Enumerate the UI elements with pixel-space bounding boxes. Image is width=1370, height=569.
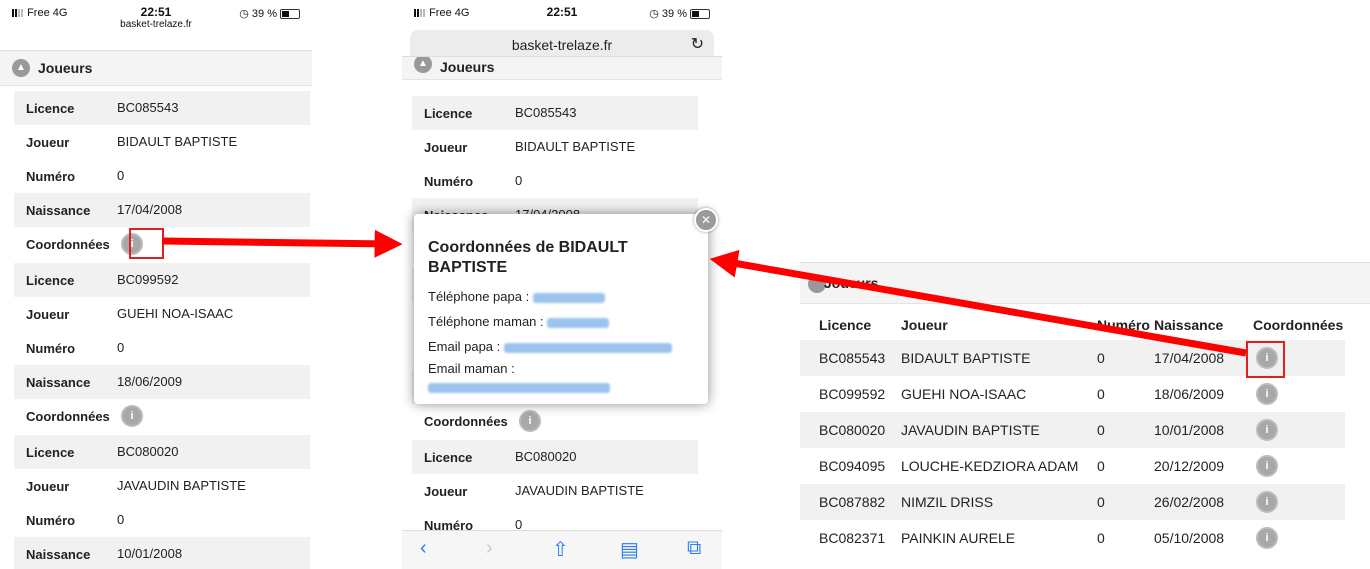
arrow-to-popup bbox=[161, 229, 403, 258]
arrow-from-table bbox=[709, 249, 1247, 357]
annotation-arrows bbox=[161, 229, 1247, 357]
